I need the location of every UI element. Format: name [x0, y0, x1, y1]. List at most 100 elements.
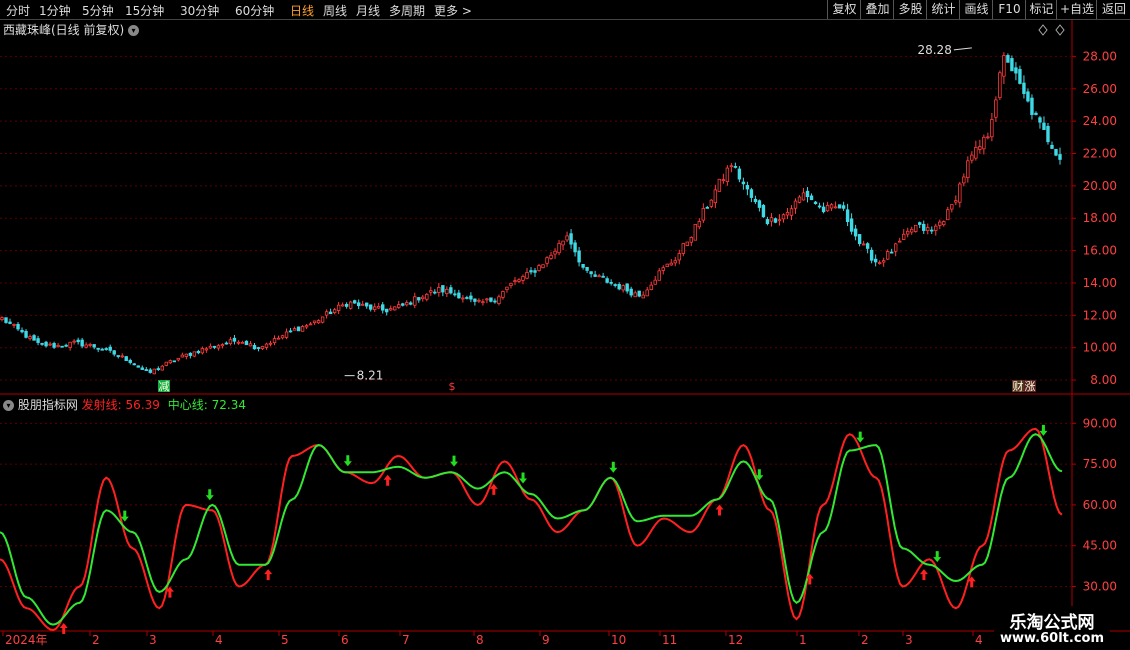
price-tick-label: 12.00	[1083, 308, 1117, 322]
candle-body	[733, 166, 738, 168]
candle-body	[401, 303, 405, 306]
candle-body	[865, 243, 870, 249]
candle-body	[930, 229, 934, 232]
toolbar-button-0[interactable]: 复权	[827, 0, 861, 19]
candle-body	[565, 235, 569, 241]
candle-body	[629, 288, 633, 296]
period-tab-10[interactable]: 更多 >	[434, 2, 472, 19]
x-tick-label: 3	[149, 633, 157, 647]
candle-body	[0, 317, 4, 320]
toolbar-button-8[interactable]: 返回	[1096, 0, 1130, 19]
toolbar-button-4[interactable]: 画线	[959, 0, 993, 19]
candle-body	[521, 276, 525, 281]
toolbar-button-5[interactable]: F10	[992, 0, 1026, 19]
period-tab-0[interactable]: 分时	[6, 2, 30, 19]
candle-body	[417, 297, 421, 301]
candle-body	[308, 323, 313, 326]
candle-body	[821, 206, 826, 213]
period-tab-1[interactable]: 1分钟	[39, 2, 71, 19]
period-tab-7[interactable]: 周线	[323, 2, 347, 19]
candle-body	[998, 72, 1002, 99]
candle-body	[328, 311, 333, 315]
toolbar-button-2[interactable]: 多股	[893, 0, 927, 19]
toolbar-button-3[interactable]: 统计	[926, 0, 960, 19]
candle-body	[8, 321, 12, 324]
candle-body	[509, 282, 513, 286]
low-price-label: 8.21	[357, 369, 384, 383]
period-tab-4[interactable]: 30分钟	[180, 2, 219, 19]
period-tab-9[interactable]: 多周期	[389, 2, 425, 19]
period-tab-5[interactable]: 60分钟	[235, 2, 274, 19]
candle-body	[962, 176, 966, 184]
candle-body	[813, 201, 818, 205]
candle-body	[769, 217, 774, 222]
candle-body	[513, 280, 517, 283]
candle-body	[789, 208, 794, 216]
candle-body	[260, 346, 265, 350]
candle-body	[364, 302, 369, 307]
event-marker: 财	[1013, 379, 1024, 393]
price-tick-label: 26.00	[1083, 82, 1117, 96]
toolbar-button-1[interactable]: 叠加	[860, 0, 894, 19]
candle-body	[1054, 148, 1058, 156]
candle-body	[777, 219, 782, 222]
candle-body	[557, 243, 561, 254]
candle-body	[942, 221, 946, 226]
candle-body	[76, 339, 80, 343]
candle-body	[493, 300, 497, 303]
candle-body	[381, 304, 385, 311]
candle-body	[344, 303, 349, 307]
candle-body	[873, 258, 878, 263]
candle-body	[613, 284, 617, 286]
x-tick-label: 4	[975, 633, 983, 647]
candle-body	[64, 344, 68, 347]
candle-body	[757, 200, 762, 208]
candle-body	[537, 265, 541, 271]
candle-body	[232, 337, 237, 342]
candle-body	[40, 343, 44, 345]
price-tick-label: 14.00	[1083, 276, 1117, 290]
candle-body	[52, 343, 56, 348]
candle-body	[974, 146, 978, 159]
candle-body	[316, 320, 321, 324]
candle-body	[817, 205, 822, 208]
period-tab-6[interactable]: 日线	[290, 2, 314, 19]
candle-body	[16, 323, 20, 330]
candle-body	[132, 363, 136, 366]
candle-body	[597, 275, 601, 278]
candle-body	[473, 298, 477, 302]
period-tab-2[interactable]: 5分钟	[82, 2, 114, 19]
candle-body	[56, 345, 60, 348]
candle-body	[168, 360, 173, 364]
candle-body	[304, 325, 309, 328]
period-tab-8[interactable]: 月线	[356, 2, 380, 19]
candle-body	[160, 365, 165, 371]
candle-body	[256, 347, 261, 349]
candle-body	[457, 292, 461, 299]
candle-body	[877, 262, 882, 265]
candle-body	[356, 302, 361, 307]
candle-body	[581, 264, 585, 268]
candle-body	[545, 257, 549, 264]
candle-body	[268, 342, 273, 345]
candle-body	[172, 360, 177, 363]
candle-body	[405, 302, 409, 306]
candle-body	[958, 183, 962, 203]
candle-body	[773, 218, 778, 223]
candle-body	[621, 285, 625, 291]
candle-body	[801, 192, 806, 201]
candle-body	[200, 348, 205, 354]
candle-body	[625, 283, 629, 292]
period-tab-3[interactable]: 15分钟	[125, 2, 164, 19]
candle-body	[1030, 97, 1034, 115]
center-line	[0, 433, 1063, 626]
candle-body	[725, 167, 730, 183]
watermark-url: www.60lt.com	[999, 631, 1105, 646]
price-tick-label: 8.00	[1090, 373, 1117, 387]
toolbar-button-7[interactable]: +自选	[1056, 0, 1097, 19]
candle-body	[228, 339, 233, 345]
toolbar-button-6[interactable]: 标记	[1025, 0, 1057, 19]
candle-body	[1010, 58, 1014, 72]
candle-body	[324, 311, 329, 316]
candle-body	[433, 291, 437, 294]
